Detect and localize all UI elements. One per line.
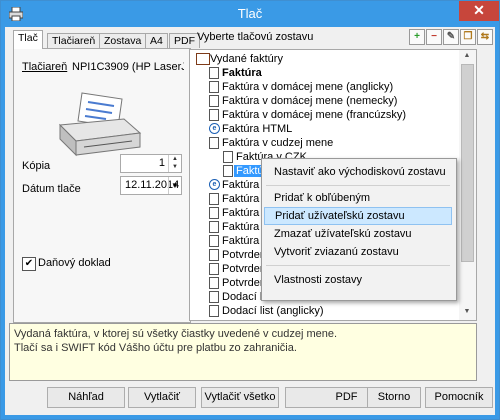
description-line: Vydaná faktúra, v ktorej sú všetky čiast… [14,328,338,340]
report-toolbar: + − ✎ ❐ ⇆ [409,29,493,45]
document-icon [209,95,219,107]
copies-value: 1 [158,157,165,169]
move-icon[interactable]: ⇆ [477,29,493,45]
tree-item[interactable]: Faktúra v domácej mene (nemecky) [209,94,397,108]
cancel-button[interactable]: Storno [367,387,421,408]
menu-report-properties[interactable]: Vlastnosti zostavy [264,271,452,289]
copies-stepper[interactable]: 1 ▲ ▼ [120,154,182,173]
book-icon [196,53,210,65]
menu-create-linked-report[interactable]: Vytvoriť zviazanú zostavu [264,243,452,261]
document-icon [209,193,219,205]
tree-item[interactable]: Faktúra v domácej mene (anglicky) [209,80,393,94]
menu-delete-user-report[interactable]: Zmazať užívateľskú zostavu [264,225,452,243]
description-line: Tlačí sa i SWIFT kód Vášho účtu pre plat… [14,342,297,354]
tree-item[interactable]: Dodací list (anglicky) [209,304,323,318]
menu-separator [266,265,450,266]
document-icon [209,221,219,233]
edit-icon[interactable]: ✎ [443,29,459,45]
remove-icon[interactable]: − [426,29,442,45]
tree-item[interactable]: Vydané faktúry [196,52,283,66]
tree-item[interactable]: e Faktúra HTML [209,122,292,136]
menu-separator [266,185,450,186]
document-icon [209,81,219,93]
report-select-heading: Vyberte tlačovú zostavu [197,31,314,43]
document-icon [223,165,233,177]
copy-icon[interactable]: ❐ [460,29,476,45]
document-icon [209,207,219,219]
close-icon: ✕ [473,2,485,18]
menu-add-user-report[interactable]: Pridať užívateľskú zostavu [264,207,452,225]
close-button[interactable]: ✕ [459,1,499,21]
document-icon [209,137,219,149]
tab-print[interactable]: Tlač [13,30,43,49]
document-icon [209,67,219,79]
add-icon[interactable]: + [409,29,425,45]
print-date-field[interactable]: 12.11.2014 ▼ [120,176,182,195]
tax-document-checkbox[interactable]: ✔ [22,257,36,271]
button-bar: Náhľad Vytlačiť Vytlačiť všetko PDF ▼ St… [5,383,495,413]
preview-button[interactable]: Náhľad [47,387,125,408]
document-icon [209,249,219,261]
scroll-down-icon[interactable]: ▼ [461,308,473,315]
title-bar[interactable]: Tlač ✕ [1,1,499,27]
tax-document-label: Daňový doklad [38,257,111,269]
document-icon [209,305,219,317]
tree-item[interactable]: Faktúra v cudzej mene [209,136,333,150]
print-dialog-window: Tlač ✕ Tlač Tlačiareň Zostava A4 PDF Tla… [0,0,500,420]
spin-arrows-icon[interactable]: ▲ ▼ [168,155,181,172]
printer-name: NPI1C3909 (HP LaserJet P20 [72,61,184,73]
print-date-label: Dátum tlače [22,183,81,195]
document-icon [209,277,219,289]
document-icon [209,291,219,303]
document-icon [223,151,233,163]
tab-report[interactable]: Zostava [99,33,147,48]
context-menu: Nastaviť ako východiskovú zostavu Pridať… [261,158,457,301]
tab-pdf[interactable]: PDF [169,33,200,48]
dialog-body: Tlač Tlačiareň Zostava A4 PDF Tlačiareň … [5,27,495,415]
document-icon [209,263,219,275]
browser-icon: e [209,123,220,134]
copies-label: Kópia [22,160,51,172]
scroll-up-icon[interactable]: ▲ [461,52,473,59]
scroll-thumb[interactable] [461,64,474,262]
help-button[interactable]: Pomocník [425,387,493,408]
tree-scrollbar[interactable]: ▲ ▼ [459,49,477,321]
printer-link[interactable]: Tlačiareň [22,61,67,73]
print-all-button[interactable]: Vytlačiť všetko [201,387,279,408]
chevron-down-icon[interactable]: ▼ [168,177,181,194]
tab-a4[interactable]: A4 [145,33,168,48]
report-description: Vydaná faktúra, v ktorej sú všetky čiast… [9,323,477,381]
tree-item[interactable]: Faktúra v domácej mene (francúzsky) [209,108,406,122]
tree-item[interactable]: Faktúra [209,66,262,80]
tab-printer[interactable]: Tlačiareň [47,33,101,48]
menu-set-default[interactable]: Nastaviť ako východiskovú zostavu [264,163,452,181]
document-icon [209,235,219,247]
browser-icon: e [209,179,220,190]
window-title: Tlač [237,6,263,21]
menu-add-favorite[interactable]: Pridať k obľúbeným [264,189,452,207]
print-button[interactable]: Vytlačiť [128,387,196,408]
document-icon [209,109,219,121]
print-tab-panel: Tlačiareň NPI1C3909 (HP LaserJet P20 Kóp… [13,48,191,323]
